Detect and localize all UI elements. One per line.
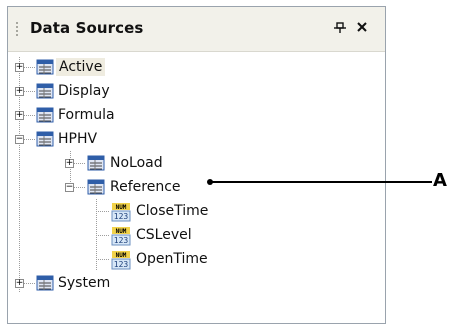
tree-connector [74,187,86,188]
numeric-variable-icon: NUM 123 [111,226,131,246]
pin-icon [333,19,347,38]
panel-titlebar: Data Sources [8,7,385,52]
tree-item-label: CSLevel [136,227,192,243]
tree-item-label: NoLoad [110,155,163,171]
expand-toggle[interactable]: + [65,159,74,168]
folder-icon [36,274,54,292]
tree-item-closetime[interactable]: CloseTime [134,200,210,222]
tree-item-label: CloseTime [136,203,209,219]
callout-label-a: A [433,170,447,191]
tree-item-system[interactable]: System [56,272,112,294]
num-icon-bottom-text: 123 [114,212,129,221]
tree-item-label: Active [56,58,106,76]
folder-icon [36,58,54,76]
tree-item-label: Reference [110,179,181,195]
tree-connector [24,91,36,92]
tree-item-hphv[interactable]: HPHV [56,128,99,150]
pin-button[interactable] [331,19,349,37]
folder-icon [36,82,54,100]
tree-item-label: HPHV [58,131,98,147]
expand-toggle[interactable]: + [15,111,24,120]
tree-item-cslevel[interactable]: CSLevel [134,224,194,246]
tree-item-noload[interactable]: NoLoad [108,152,165,174]
tree-connector [24,283,36,284]
tree-connector [74,163,86,164]
num-icon-bottom-text: 123 [114,236,129,245]
num-icon-top-text: NUM [116,252,127,259]
panel-grip[interactable] [16,22,18,38]
panel-title: Data Sources [30,19,144,37]
tree-item-display[interactable]: Display [56,80,112,102]
tree-connector [24,115,36,116]
collapse-toggle[interactable]: − [65,183,74,192]
expand-toggle[interactable]: + [15,279,24,288]
tree-item-label: Display [58,83,110,99]
expand-toggle[interactable]: + [15,87,24,96]
tree-connector [96,211,110,212]
num-icon-top-text: NUM [116,204,127,211]
folder-icon [36,130,54,148]
tree-item-reference[interactable]: Reference [108,176,183,198]
data-sources-panel: Data Sources + Active + Display + Formul… [7,6,386,324]
tree-item-opentime[interactable]: OpenTime [134,248,210,270]
tree-item-formula[interactable]: Formula [56,104,117,126]
numeric-variable-icon: NUM 123 [111,250,131,270]
close-button[interactable] [353,19,371,37]
num-icon-top-text: NUM [116,228,127,235]
tree-item-label: System [58,275,111,291]
folder-icon [87,154,105,172]
tree-connector [24,139,36,140]
tree-connector [96,235,110,236]
folder-icon [87,178,105,196]
tree-connector [24,67,36,68]
collapse-toggle[interactable]: − [15,135,24,144]
folder-icon [36,106,54,124]
num-icon-bottom-text: 123 [114,260,129,269]
numeric-variable-icon: NUM 123 [111,202,131,222]
expand-toggle[interactable]: + [15,63,24,72]
tree-item-label: OpenTime [136,251,208,267]
callout-line [210,181,432,183]
data-sources-tree[interactable]: + Active + Display + Formula − HPHV + No… [8,51,385,323]
close-icon [355,19,369,38]
tree-item-active[interactable]: Active [56,56,106,78]
tree-connector [96,259,110,260]
tree-item-label: Formula [58,107,115,123]
